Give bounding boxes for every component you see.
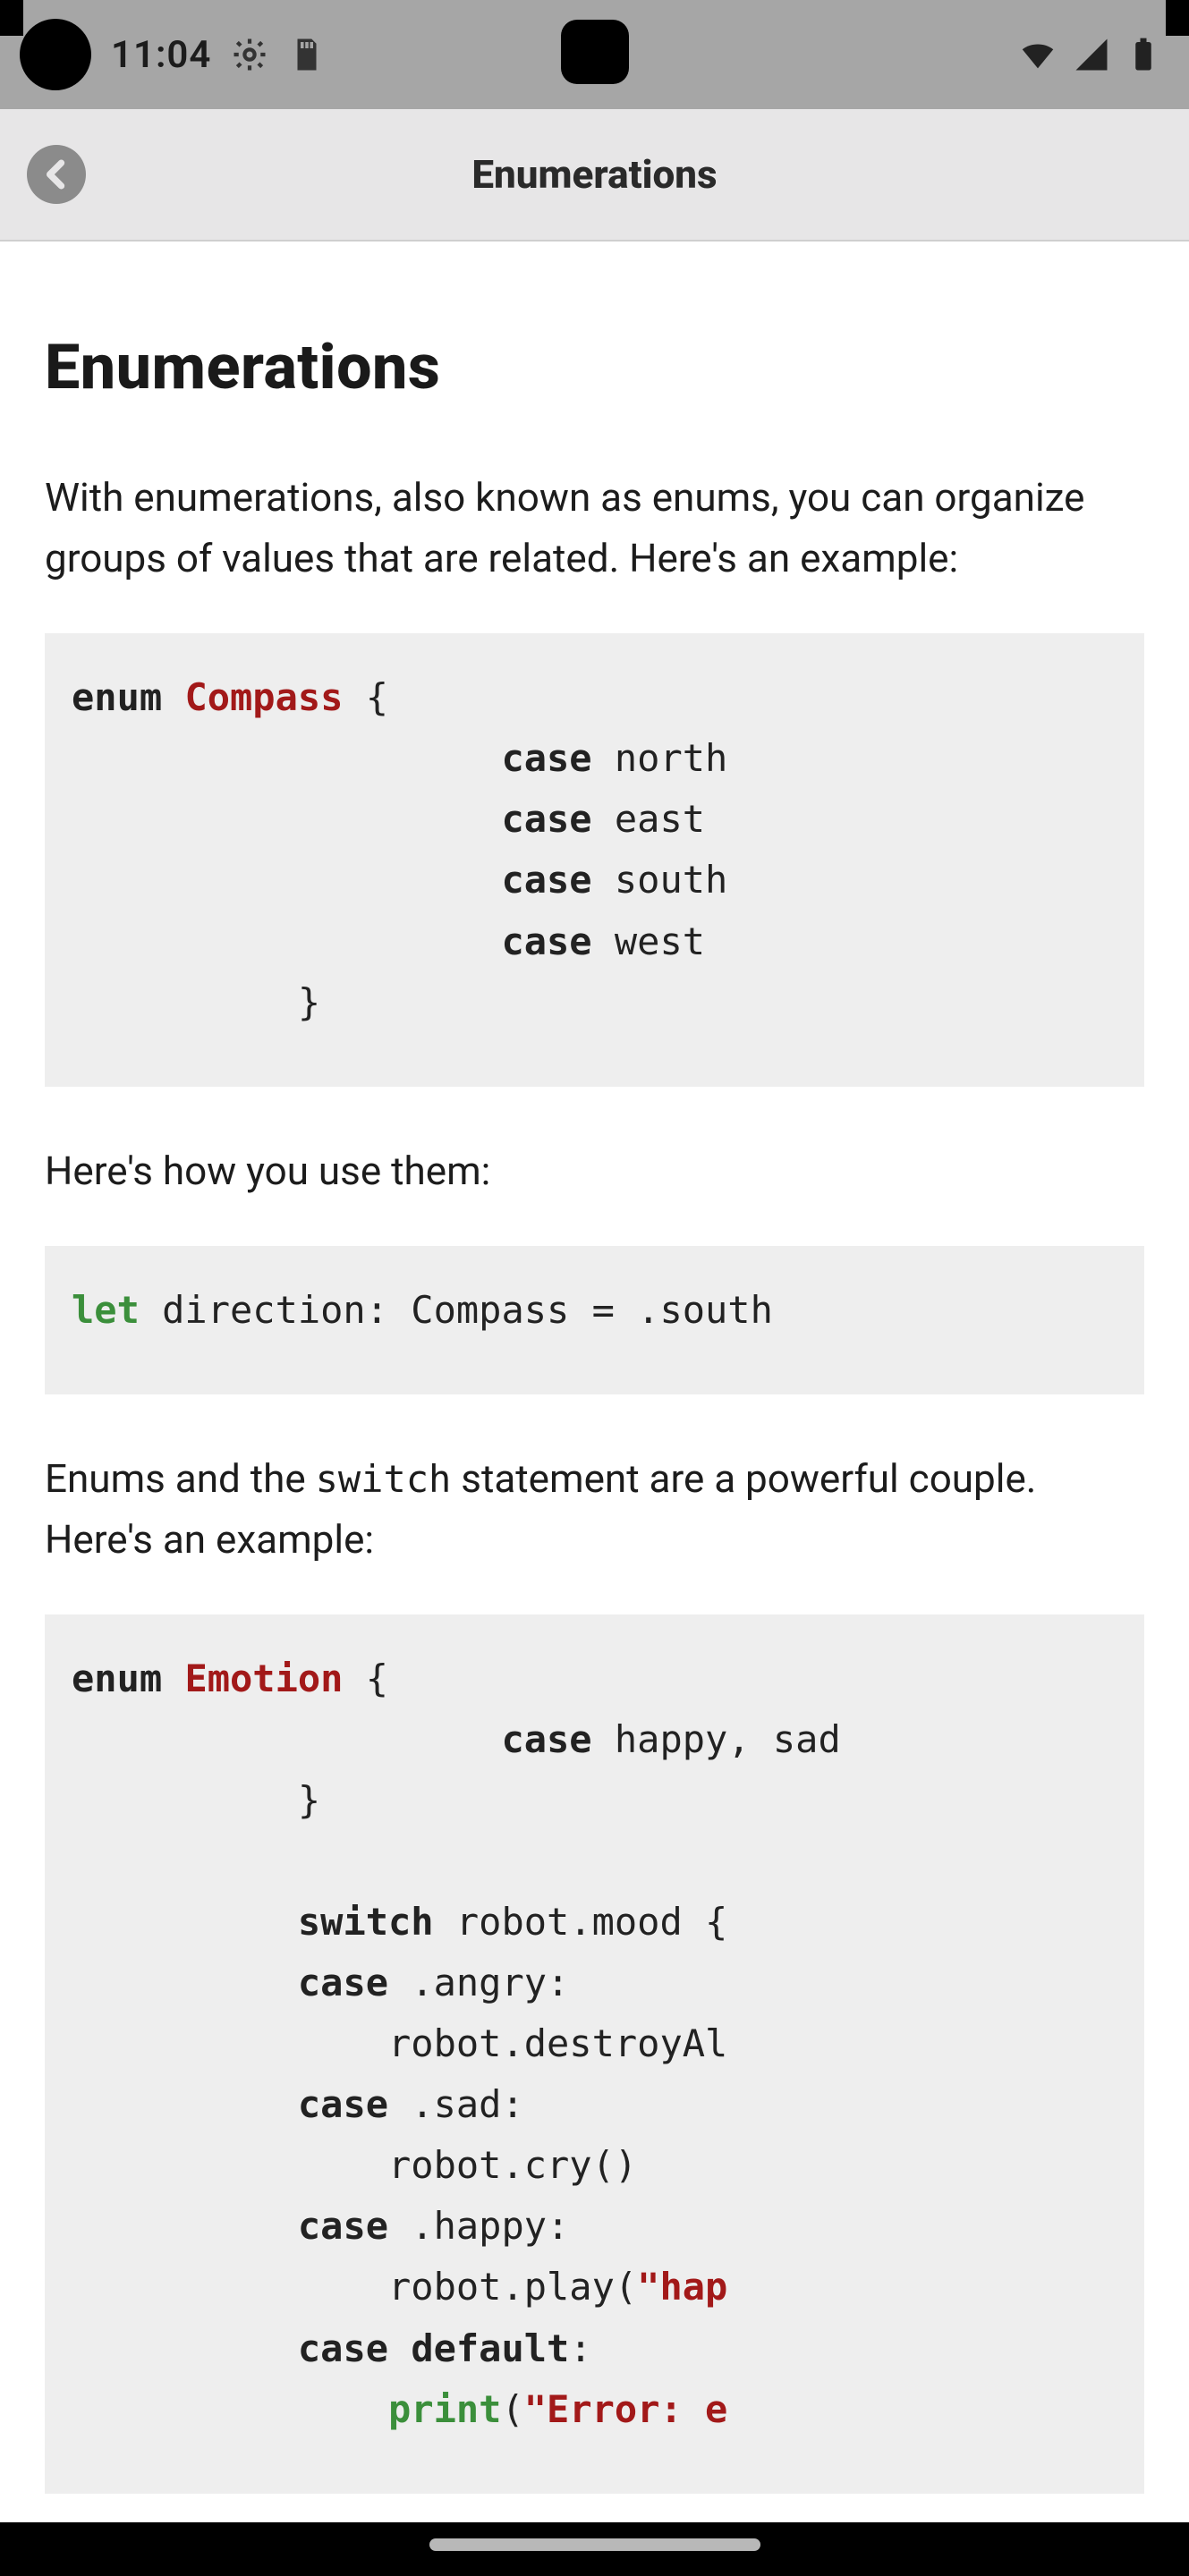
- kw-switch: switch: [298, 1900, 434, 1944]
- heading: Enumerations: [45, 331, 1144, 404]
- gesture-nav-bar[interactable]: [429, 2538, 760, 2551]
- code-text: robot.cry(): [298, 2143, 637, 2187]
- code-text: robot.destroyAl: [298, 2021, 727, 2065]
- kw-case: case: [298, 2082, 388, 2126]
- code-text: {: [343, 1657, 388, 1700]
- page-title: Enumerations: [0, 151, 1189, 198]
- code-text: (: [501, 2387, 523, 2431]
- usage-paragraph: Here's how you use them:: [45, 1140, 1144, 1201]
- kw-default: default: [388, 2326, 569, 2370]
- sd-card-icon: [288, 36, 326, 73]
- code-text: }: [298, 1778, 320, 1822]
- code-text: south: [592, 858, 728, 902]
- code-text: direction: Compass = .south: [140, 1288, 773, 1332]
- code-block-enum-emotion: enum Emotion { case happy, sad } switch …: [45, 1614, 1144, 2493]
- kw-let: let: [72, 1288, 140, 1332]
- string-literal: "hap: [637, 2265, 727, 2309]
- code-text: robot.mood {: [434, 1900, 728, 1944]
- type-emotion: Emotion: [184, 1657, 343, 1700]
- kw-case: case: [298, 2326, 388, 2370]
- code-text: {: [343, 675, 388, 719]
- code-text: .sad:: [388, 2082, 524, 2126]
- frame-notch: [1166, 0, 1189, 36]
- kw-case: case: [298, 2204, 388, 2248]
- code-block-enum-compass: enum Compass { case north case east case…: [45, 633, 1144, 1086]
- app-bar: Enumerations: [0, 109, 1189, 242]
- kw-case: case: [501, 797, 591, 841]
- kw-case: case: [298, 1961, 388, 2004]
- code-text: robot.play(: [298, 2265, 637, 2309]
- text: Enums and the: [45, 1455, 316, 1502]
- kw-case: case: [501, 1717, 591, 1761]
- code-text: north: [592, 736, 728, 780]
- kw-enum: enum: [72, 675, 162, 719]
- couple-paragraph: Enums and the switch statement are a pow…: [45, 1448, 1144, 1570]
- code-text: west: [592, 919, 705, 963]
- code-text: .happy:: [388, 2204, 569, 2248]
- kw-enum: enum: [72, 1657, 162, 1700]
- status-clock: 11:04: [111, 33, 211, 77]
- code-text: .angry:: [388, 1961, 569, 2004]
- code-text: [298, 2387, 388, 2431]
- fn-print: print: [388, 2387, 501, 2431]
- code-text: }: [298, 980, 320, 1024]
- camera-cutout: [561, 20, 629, 84]
- signal-icon: [1073, 36, 1110, 73]
- inline-code-switch: switch: [316, 1457, 452, 1501]
- type-compass: Compass: [184, 675, 343, 719]
- kw-case: case: [501, 736, 591, 780]
- content-area[interactable]: Enumerations With enumerations, also kno…: [0, 242, 1189, 2522]
- wifi-icon: [1017, 34, 1058, 75]
- code-text: :: [569, 2326, 591, 2370]
- battery-icon: [1125, 36, 1162, 73]
- code-text: happy, sad: [592, 1717, 841, 1761]
- intro-paragraph: With enumerations, also known as enums, …: [45, 467, 1144, 589]
- status-hole-icon: [20, 19, 91, 90]
- kw-case: case: [501, 858, 591, 902]
- code-block-let-direction: let direction: Compass = .south: [45, 1246, 1144, 1394]
- code-text: east: [592, 797, 705, 841]
- gear-icon: [231, 36, 268, 73]
- frame-notch: [0, 0, 23, 36]
- string-literal: "Error: e: [524, 2387, 728, 2431]
- kw-case: case: [501, 919, 591, 963]
